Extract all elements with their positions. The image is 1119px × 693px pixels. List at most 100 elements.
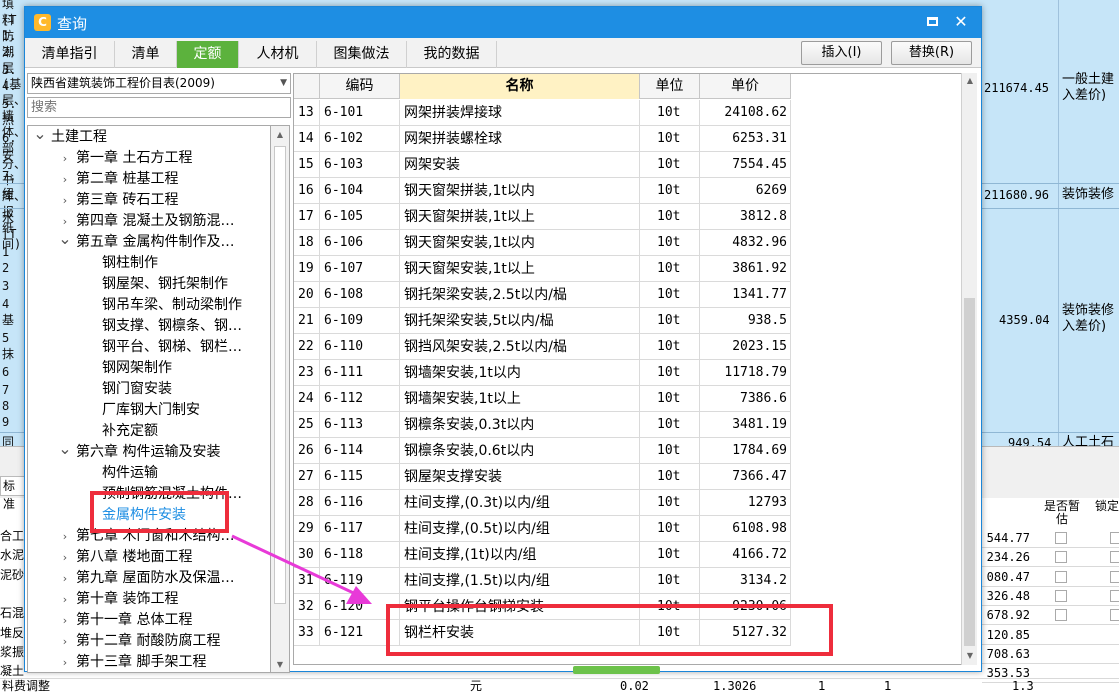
table-row[interactable]: 19 6-107 钢天窗架安装,1t以上 10t 3861.92 [294, 256, 791, 282]
estimate-checkbox[interactable] [1055, 589, 1067, 602]
chevron-right-icon[interactable]: › [58, 547, 72, 568]
estimate-checkbox[interactable] [1055, 532, 1067, 544]
table-row[interactable]: 23 6-111 钢墙架安装,1t以内 10t 11718.79 [294, 360, 791, 386]
tree-section-item[interactable]: 厂库钢大门制安 [28, 400, 270, 421]
scroll-up-icon[interactable]: ▲ [962, 73, 978, 89]
tab-atlas-method[interactable]: 图集做法 [317, 41, 407, 68]
tab-bill[interactable]: 清单 [115, 41, 177, 68]
chevron-right-icon[interactable]: › [58, 190, 72, 211]
chevron-down-icon[interactable]: ⌄ [33, 126, 47, 142]
table-row[interactable]: 20 6-108 钢托架梁安装,2.5t以内/榀 10t 1341.77 [294, 282, 791, 308]
table-row[interactable]: 30 6-118 柱间支撑,(1t)以内/组 10t 4166.72 [294, 542, 791, 568]
tree-chapter-item[interactable]: ⌄ 第五章 金属构件制作及… [28, 231, 270, 253]
tab-materials[interactable]: 人材机 [239, 41, 317, 68]
lock-checkbox[interactable] [1110, 570, 1119, 583]
table-row[interactable]: 21 6-109 钢托架梁安装,5t以内/榀 10t 938.5 [294, 308, 791, 334]
dialog-titlebar[interactable]: C 查询 ✕ [25, 7, 981, 38]
header-code[interactable]: 编码 [320, 74, 400, 99]
chevron-right-icon[interactable]: › [58, 148, 72, 169]
chevron-right-icon[interactable]: › [58, 169, 72, 190]
table-row[interactable]: 25 6-113 钢檩条安装,0.3t以内 10t 3481.19 [294, 412, 791, 438]
tab-my-data[interactable]: 我的数据 [407, 41, 497, 68]
background-col-divider [1058, 0, 1059, 446]
search-input[interactable] [27, 97, 291, 118]
splitter-handle[interactable] [573, 666, 660, 674]
tree-section-item[interactable]: 构件运输 [28, 463, 270, 484]
background-lower-label: 堆反 [0, 625, 24, 640]
tree-section-item[interactable]: 钢支撑、钢檩条、钢… [28, 316, 270, 337]
estimate-checkbox[interactable] [1055, 570, 1067, 583]
header-unit[interactable]: 单位 [640, 74, 700, 99]
chevron-down-icon[interactable]: ⌄ [58, 441, 72, 457]
lock-checkbox[interactable] [1110, 589, 1119, 602]
lock-checkbox[interactable] [1110, 551, 1119, 564]
chevron-right-icon[interactable]: › [58, 631, 72, 652]
chevron-right-icon[interactable]: › [58, 589, 72, 610]
tree-section-item[interactable]: 钢网架制作 [28, 358, 270, 379]
row-name: 钢托架梁安装,5t以内/榀 [400, 308, 640, 334]
background-tab-standard[interactable]: 标准 [0, 476, 26, 511]
row-name: 钢屋架支撑安装 [400, 464, 640, 490]
tree-chapter-item[interactable]: › 第二章 桩基工程 [28, 169, 270, 190]
estimate-checkbox[interactable] [1055, 551, 1067, 564]
table-scroll-thumb[interactable] [964, 298, 975, 646]
scroll-down-icon[interactable]: ▼ [962, 648, 978, 664]
chevron-right-icon[interactable]: › [58, 652, 72, 672]
tree-root-item[interactable]: ⌄ 土建工程 [28, 126, 270, 148]
table-row[interactable]: 14 6-102 网架拼装螺栓球 10t 6253.31 [294, 126, 791, 152]
row-name: 钢天窗架安装,1t以内 [400, 230, 640, 256]
maximize-button[interactable] [921, 11, 945, 33]
lock-checkbox[interactable] [1110, 532, 1119, 544]
table-row[interactable]: 16 6-104 钢天窗架拼装,1t以内 10t 6269 [294, 178, 791, 204]
chevron-right-icon[interactable]: › [58, 610, 72, 631]
tree-chapter-item[interactable]: › 第三章 砖石工程 [28, 190, 270, 211]
close-button[interactable]: ✕ [949, 11, 973, 33]
tree-section-item[interactable]: 钢平台、钢梯、钢栏… [28, 337, 270, 358]
table-row[interactable]: 28 6-116 柱间支撑,(0.3t)以内/组 10t 12793 [294, 490, 791, 516]
tab-list-guide[interactable]: 清单指引 [25, 41, 115, 68]
tree-section-item[interactable]: 钢吊车梁、制动梁制作 [28, 295, 270, 316]
table-row[interactable]: 22 6-110 钢挡风架安装,2.5t以内/榀 10t 2023.15 [294, 334, 791, 360]
tree-section-item[interactable]: 钢柱制作 [28, 253, 270, 274]
tree-chapter-item[interactable]: › 第十一章 总体工程 [28, 610, 270, 631]
lock-checkbox[interactable] [1110, 609, 1119, 622]
tree-chapter-item[interactable]: ⌄ 第六章 构件运输及安装 [28, 441, 270, 463]
tree-chapter-item[interactable]: › 第十二章 耐酸防腐工程 [28, 631, 270, 652]
chevron-down-icon[interactable]: ⌄ [58, 231, 72, 247]
row-unit: 10t [640, 516, 700, 542]
tree-chapter-item[interactable]: › 第十章 装饰工程 [28, 589, 270, 610]
table-row[interactable]: 17 6-105 钢天窗架拼装,1t以上 10t 3812.8 [294, 204, 791, 230]
header-name[interactable]: 名称 [400, 74, 640, 99]
chevron-right-icon[interactable]: › [58, 526, 72, 547]
table-row[interactable]: 15 6-103 网架安装 10t 7554.45 [294, 152, 791, 178]
tree-scrollbar[interactable]: ▲ ▼ [271, 125, 290, 673]
estimate-checkbox[interactable] [1055, 609, 1067, 622]
tree-section-item[interactable]: 钢屋架、钢托架制作 [28, 274, 270, 295]
tree-scroll-thumb[interactable] [274, 146, 286, 604]
table-row[interactable]: 13 6-101 网架拼装焊接球 10t 24108.62 [294, 100, 791, 126]
row-price: 1784.69 [700, 438, 791, 464]
background-bottom-qty: 0.02 [620, 679, 649, 693]
tree-chapter-item[interactable]: › 第十三章 脚手架工程 [28, 652, 270, 672]
table-row[interactable]: 27 6-115 钢屋架支撑安装 10t 7366.47 [294, 464, 791, 490]
tree-chapter-item[interactable]: › 第八章 楼地面工程 [28, 547, 270, 568]
tree-chapter-item[interactable]: › 第一章 土石方工程 [28, 148, 270, 169]
tab-quota[interactable]: 定额 [177, 41, 239, 68]
scroll-up-icon[interactable]: ▲ [271, 126, 289, 143]
table-scrollbar[interactable]: ▲ ▼ [961, 73, 977, 665]
insert-button[interactable]: 插入(I) [801, 41, 882, 65]
row-price: 12793 [700, 490, 791, 516]
header-price[interactable]: 单价 [700, 74, 791, 99]
replace-button[interactable]: 替换(R) [891, 41, 972, 65]
table-row[interactable]: 26 6-114 钢檩条安装,0.6t以内 10t 1784.69 [294, 438, 791, 464]
scroll-down-icon[interactable]: ▼ [271, 656, 289, 673]
table-row[interactable]: 29 6-117 柱间支撑,(0.5t)以内/组 10t 6108.98 [294, 516, 791, 542]
background-row-label: 1 [2, 245, 10, 259]
chevron-right-icon[interactable]: › [58, 568, 72, 589]
table-row[interactable]: 24 6-112 钢墙架安装,1t以上 10t 7386.6 [294, 386, 791, 412]
tree-chapter-item[interactable]: › 第九章 屋面防水及保温… [28, 568, 270, 589]
table-row[interactable]: 31 6-119 柱间支撑,(1.5t)以内/组 10t 3134.2 [294, 568, 791, 594]
table-row[interactable]: 18 6-106 钢天窗架安装,1t以内 10t 4832.96 [294, 230, 791, 256]
library-select[interactable]: 陕西省建筑装饰工程价目表(2009) ▼ [27, 73, 291, 94]
tree-section-item[interactable]: 钢门窗安装 [28, 379, 270, 400]
